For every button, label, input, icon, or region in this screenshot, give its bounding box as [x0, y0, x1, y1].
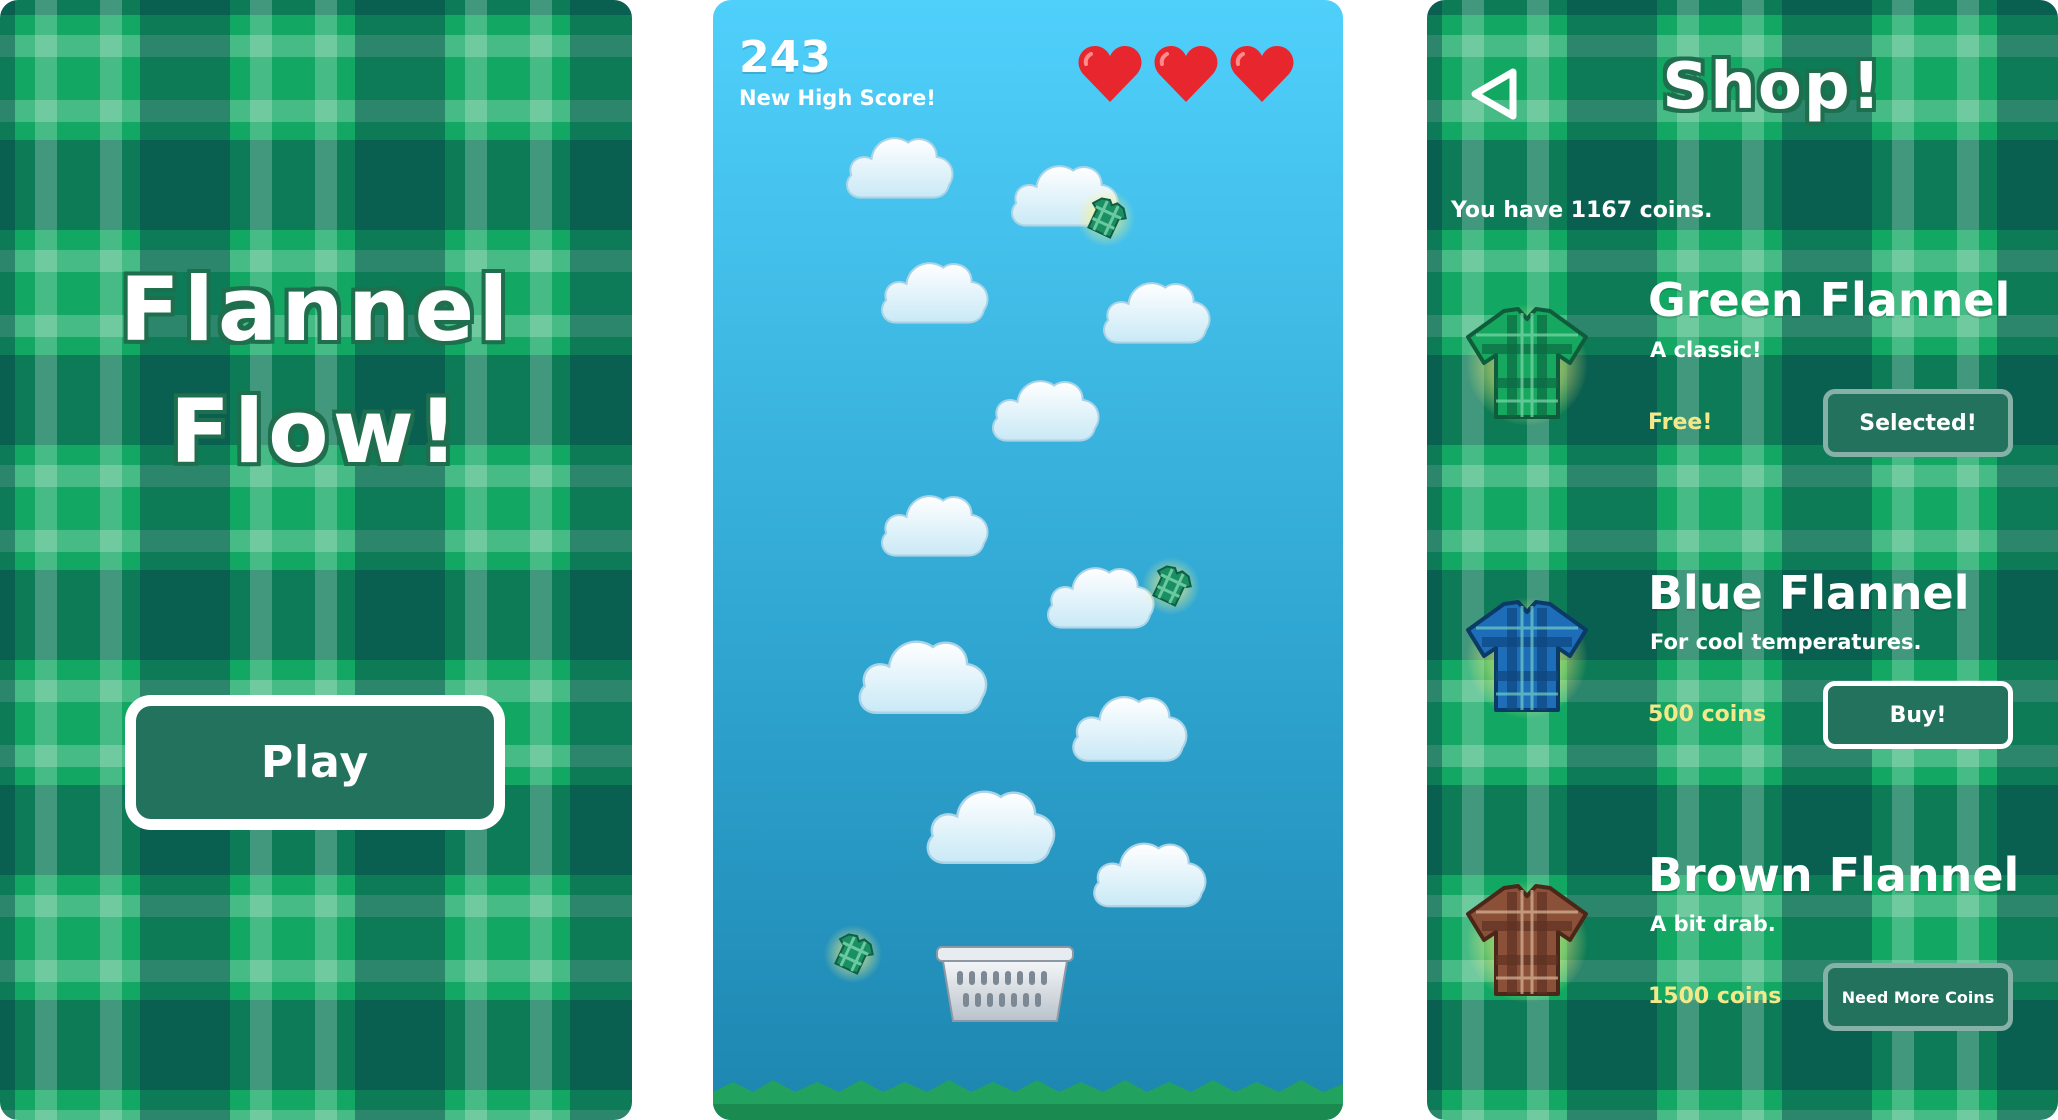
coin-balance: You have 1167 coins. — [1451, 198, 1713, 223]
flannel-piece-icon — [1076, 188, 1136, 248]
selected-button[interactable]: Selected! — [1823, 389, 2013, 457]
blue-shirt-icon — [1466, 600, 1588, 712]
title-screen: Flannel Flow! Play — [0, 0, 632, 1120]
cloud — [1069, 688, 1189, 766]
cloud — [855, 630, 989, 720]
game-title-line-2: Flow! — [169, 380, 463, 483]
cloud — [1090, 835, 1208, 911]
item-name: Green Flannel — [1648, 273, 2011, 327]
cloud — [843, 130, 955, 202]
item-description: A bit drab. — [1650, 912, 1776, 936]
grass-ground — [713, 1080, 1343, 1120]
cloud — [1100, 275, 1212, 347]
cloud — [878, 255, 990, 327]
cloud — [878, 488, 990, 560]
score-value: 243 — [739, 32, 831, 83]
heart-icon — [1154, 46, 1218, 102]
item-price: 500 coins — [1648, 702, 1767, 727]
item-price: 1500 coins — [1648, 984, 1782, 1009]
cloud — [923, 780, 1057, 870]
game-title-line-1: Flannel — [119, 258, 513, 361]
item-name: Blue Flannel — [1648, 566, 1970, 620]
buy-button[interactable]: Buy! — [1823, 681, 2013, 749]
flannel-piece-icon — [823, 924, 883, 984]
cloud — [989, 373, 1101, 445]
gameplay-screen: 243 New High Score! — [713, 0, 1343, 1120]
brown-shirt-icon — [1466, 884, 1588, 996]
item-name: Brown Flannel — [1648, 848, 2020, 902]
heart-icon — [1078, 46, 1142, 102]
item-price: Free! — [1648, 410, 1713, 435]
play-button[interactable]: Play — [125, 695, 505, 830]
item-description: A classic! — [1650, 338, 1762, 362]
shop-title: Shop! — [1662, 50, 1883, 124]
shop-screen: Shop! You have 1167 coins. Green Flannel… — [1427, 0, 2058, 1120]
high-score-label: New High Score! — [739, 86, 936, 110]
need-more-coins-button[interactable]: Need More Coins — [1823, 963, 2013, 1031]
green-shirt-icon — [1466, 307, 1588, 419]
item-description: For cool temperatures. — [1650, 630, 1922, 654]
heart-icon — [1230, 46, 1294, 102]
laundry-basket[interactable] — [935, 945, 1075, 1025]
cloud — [1044, 560, 1156, 632]
flannel-piece-icon — [1141, 556, 1201, 616]
